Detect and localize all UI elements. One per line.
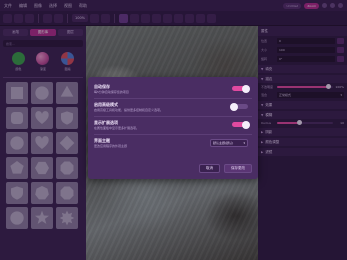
setting-autosave-row: 自动保存 每5分钟自动保存您的项目 (94, 81, 252, 99)
toggle-knob (230, 102, 238, 111)
advanced-mode-toggle[interactable] (230, 102, 248, 111)
setting-theme-row: 界面主题 更改应用程序的外观主题 默认主题(默认) ▾ (94, 135, 252, 153)
setting-advanced-row: 启用高级模式 启用高级工具和功能，提供更多控制和自定义选项。 (94, 99, 252, 117)
theme-select[interactable]: 默认主题(默认) ▾ (210, 139, 248, 147)
theme-select-value: 默认主题(默认) (213, 141, 234, 145)
extended-options-toggle[interactable] (232, 120, 250, 129)
dialog-footer: 取消 保存更改 (199, 164, 252, 173)
setting-extended-row: 显示扩展选项 在属性面板中显示更多扩展选项。 (94, 117, 252, 135)
toggle-knob (242, 120, 250, 129)
setting-description: 启用高级工具和功能，提供更多控制和自定义选项。 (94, 108, 164, 112)
chevron-down-icon: ▾ (243, 141, 245, 145)
cancel-button[interactable]: 取消 (199, 164, 220, 173)
settings-dialog: 自动保存 每5分钟自动保存您的项目 启用高级模式 启用高级工具和功能，提供更多控… (88, 77, 258, 179)
setting-description: 更改应用程序的外观主题 (94, 144, 128, 148)
save-changes-button[interactable]: 保存更改 (224, 164, 252, 173)
autosave-toggle[interactable] (232, 84, 250, 93)
setting-description: 在属性面板中显示更多扩展选项。 (94, 126, 140, 130)
setting-description: 每5分钟自动保存您的项目 (94, 90, 129, 94)
toggle-knob (242, 84, 250, 93)
